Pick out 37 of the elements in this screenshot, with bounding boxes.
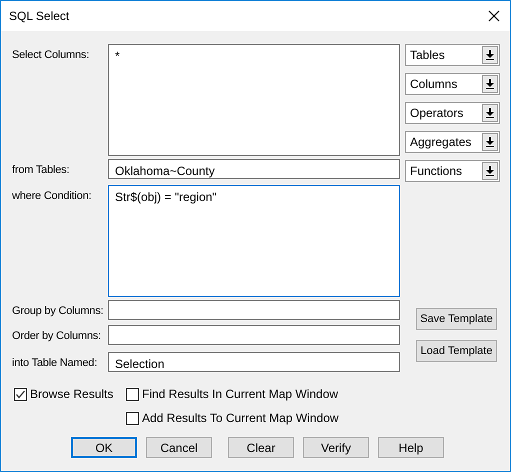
dropdown[interactable]: Aggregates xyxy=(405,131,500,153)
checkbox-option[interactable]: Find Results In Current Map Window xyxy=(126,385,510,403)
dropdown[interactable]: Functions xyxy=(405,160,500,182)
dropdown[interactable]: Operators xyxy=(405,102,500,124)
dropdown[interactable]: Tables xyxy=(405,44,500,66)
window-title: SQL Select xyxy=(9,8,70,25)
field-label: into Table Named: xyxy=(12,356,98,371)
checkbox-option[interactable]: Add Results To Current Map Window xyxy=(126,409,510,427)
download-arrow-icon xyxy=(486,79,494,89)
input-field[interactable] xyxy=(108,300,400,320)
download-arrow-icon xyxy=(486,50,494,60)
template-button[interactable]: Save Template xyxy=(416,308,497,330)
dialog-button[interactable]: Cancel xyxy=(146,437,212,458)
dialog-button[interactable]: OK xyxy=(71,437,137,458)
text-area[interactable]: Str$(obj) = "region" xyxy=(108,185,400,297)
input-field[interactable] xyxy=(108,325,400,345)
field-label: Order by Columns: xyxy=(12,329,102,344)
checkbox[interactable] xyxy=(14,388,27,400)
checkbox[interactable] xyxy=(126,412,139,424)
field-label: from Tables: xyxy=(12,163,70,178)
template-button[interactable]: Load Template xyxy=(416,340,497,362)
dialog-button[interactable]: Clear xyxy=(228,437,294,458)
field-label: Select Columns: xyxy=(12,48,90,63)
download-arrow-icon xyxy=(486,137,494,147)
input-field[interactable]: Selection xyxy=(108,352,400,372)
checkbox[interactable] xyxy=(126,388,139,400)
text-area[interactable]: * xyxy=(108,44,400,156)
field-label: where Condition: xyxy=(12,189,92,204)
field-label: Group by Columns: xyxy=(12,304,104,319)
download-arrow-icon xyxy=(486,108,494,118)
dialog-button[interactable]: Help xyxy=(378,437,444,458)
dialog-button[interactable]: Verify xyxy=(303,437,369,458)
dropdown[interactable]: Columns xyxy=(405,73,500,95)
checkbox-option[interactable]: Browse Results xyxy=(14,385,126,403)
input-field[interactable]: Oklahoma~County xyxy=(108,159,400,179)
download-arrow-icon xyxy=(486,166,494,176)
close-icon[interactable] xyxy=(488,10,500,22)
